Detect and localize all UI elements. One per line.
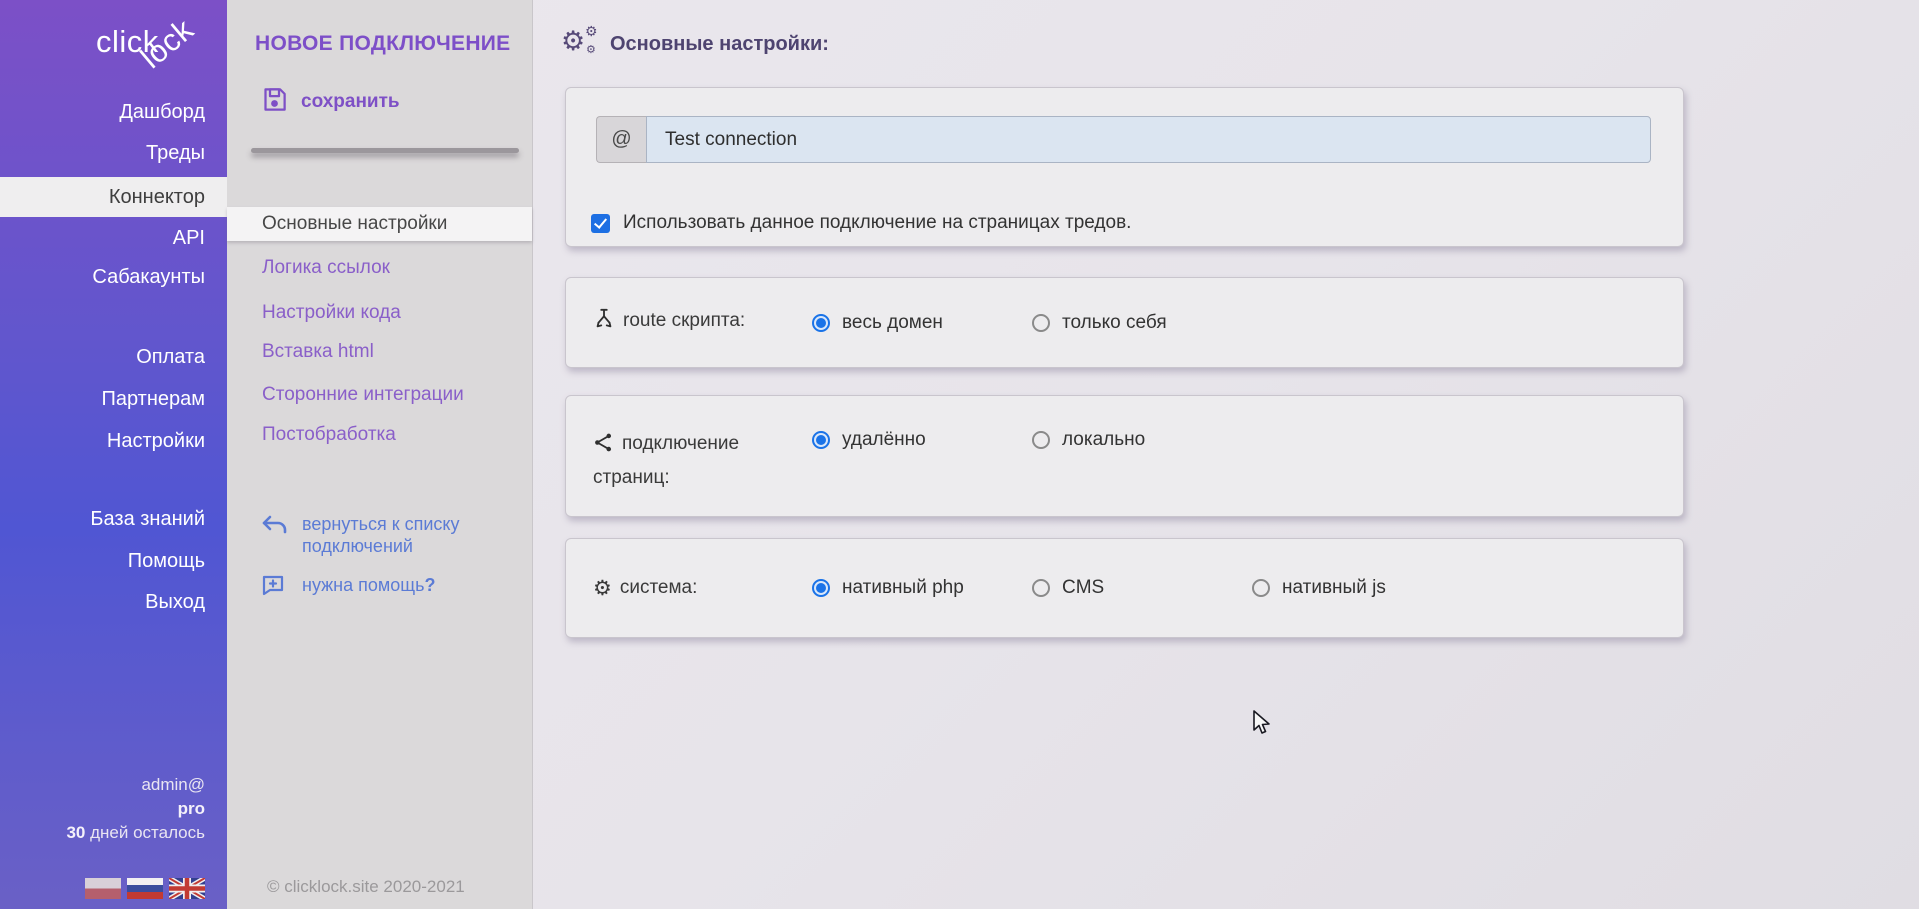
sidebar-item-knowledge-base[interactable]: База знаний	[0, 504, 227, 534]
system-label: ⚙система:	[593, 573, 812, 603]
system-card: ⚙система: нативный php CMS нативный js	[565, 538, 1684, 638]
radio-option-whole-domain[interactable]: весь домен	[812, 312, 1032, 334]
at-sign-icon: @	[596, 116, 646, 163]
radio-option-cms[interactable]: CMS	[1032, 577, 1252, 599]
radio-unselected-icon[interactable]	[1032, 314, 1050, 332]
panel-item-integrations[interactable]: Сторонние интеграции	[227, 380, 532, 410]
gears-icon: ⚙⚙⚙	[561, 24, 605, 64]
radio-option-native-js[interactable]: нативный js	[1252, 577, 1472, 599]
connection-panel: НОВОЕ ПОДКЛЮЧЕНИЕ сохранить Основные нас…	[227, 0, 533, 909]
share-icon	[593, 432, 614, 463]
sidebar-item-api[interactable]: API	[0, 223, 227, 253]
panel-item-html-insert[interactable]: Вставка html	[227, 337, 532, 367]
sidebar-item-threads[interactable]: Треды	[0, 138, 227, 168]
radio-option-only-self[interactable]: только себя	[1032, 312, 1252, 334]
panel-item-code-settings[interactable]: Настройки кода	[227, 298, 532, 328]
save-button-label: сохранить	[301, 91, 400, 113]
route-script-label: route скрипта:	[593, 306, 812, 340]
sidebar-item-partners[interactable]: Партнерам	[0, 384, 227, 414]
copyright-text: © clicklock.site 2020-2021	[267, 877, 465, 897]
russia-flag-icon[interactable]	[127, 878, 163, 899]
page-connection-label: подключение страниц:	[593, 429, 812, 493]
connection-name-row: @	[596, 116, 1651, 163]
connection-name-input[interactable]	[646, 116, 1651, 163]
radio-selected-icon[interactable]	[812, 579, 830, 597]
radio-selected-icon[interactable]	[812, 314, 830, 332]
uk-flag-icon[interactable]	[169, 878, 205, 899]
clicklock-logo[interactable]: clicklock	[96, 24, 216, 84]
help-bubble-icon[interactable]	[261, 573, 285, 602]
app-window: clicklock Дашборд Треды Коннектор API Са…	[0, 0, 1919, 909]
sidebar-item-logout[interactable]: Выход	[0, 587, 227, 617]
connection-name-card: @ Использовать данное подключение на стр…	[565, 87, 1684, 247]
panel-title: НОВОЕ ПОДКЛЮЧЕНИЕ	[255, 32, 511, 56]
language-switcher	[85, 878, 205, 899]
radio-option-native-php[interactable]: нативный php	[812, 577, 1032, 599]
checkbox-label: Использовать данное подключение на стран…	[623, 212, 1131, 234]
logo-text-lock: lock	[134, 12, 201, 76]
panel-item-postprocessing[interactable]: Постобработка	[227, 420, 532, 450]
radio-option-remote[interactable]: удалённо	[812, 429, 1032, 451]
radio-unselected-icon[interactable]	[1032, 431, 1050, 449]
page-title: Основные настройки:	[610, 33, 829, 56]
sidebar-item-subaccounts[interactable]: Сабакаунты	[0, 262, 227, 292]
account-email: admin@	[66, 773, 205, 797]
sidebar-item-payment[interactable]: Оплата	[0, 342, 227, 372]
undo-arrow-icon[interactable]	[261, 514, 289, 541]
mouse-cursor	[1253, 710, 1275, 741]
sidebar-item-connector[interactable]: Коннектор	[0, 177, 227, 217]
account-info: admin@ pro 30 дней осталось	[66, 773, 205, 845]
radio-unselected-icon[interactable]	[1252, 579, 1270, 597]
account-plan: pro	[66, 797, 205, 821]
radio-option-local[interactable]: локально	[1032, 429, 1252, 451]
account-days-left: 30 дней осталось	[66, 821, 205, 845]
poland-flag-icon[interactable]	[85, 878, 121, 899]
panel-divider	[251, 148, 519, 153]
route-script-card: route скрипта: весь домен только себя	[565, 277, 1684, 368]
radio-selected-icon[interactable]	[812, 431, 830, 449]
page-connection-card: подключение страниц: удалённо локально	[565, 395, 1684, 517]
route-fork-icon	[593, 308, 615, 340]
checkbox-checked-icon[interactable]	[591, 214, 610, 233]
save-button[interactable]: сохранить	[261, 86, 400, 118]
radio-unselected-icon[interactable]	[1032, 579, 1050, 597]
main-content: ⚙⚙⚙ Основные настройки: @ Использовать д…	[533, 0, 1919, 909]
need-help-link[interactable]: нужна помощь?	[302, 574, 514, 596]
sidebar-item-settings[interactable]: Настройки	[0, 426, 227, 456]
primary-sidebar: clicklock Дашборд Треды Коннектор API Са…	[0, 0, 227, 909]
panel-item-basic-settings[interactable]: Основные настройки	[227, 207, 532, 241]
panel-item-link-logic[interactable]: Логика ссылок	[227, 253, 532, 283]
gear-icon: ⚙	[593, 578, 612, 599]
use-on-threads-checkbox-row[interactable]: Использовать данное подключение на стран…	[591, 212, 1131, 234]
sidebar-item-help[interactable]: Помощь	[0, 546, 227, 576]
sidebar-item-dashboard[interactable]: Дашборд	[0, 97, 227, 127]
save-floppy-icon	[261, 86, 288, 118]
back-to-connections-link[interactable]: вернуться к списку подключений	[302, 513, 514, 557]
